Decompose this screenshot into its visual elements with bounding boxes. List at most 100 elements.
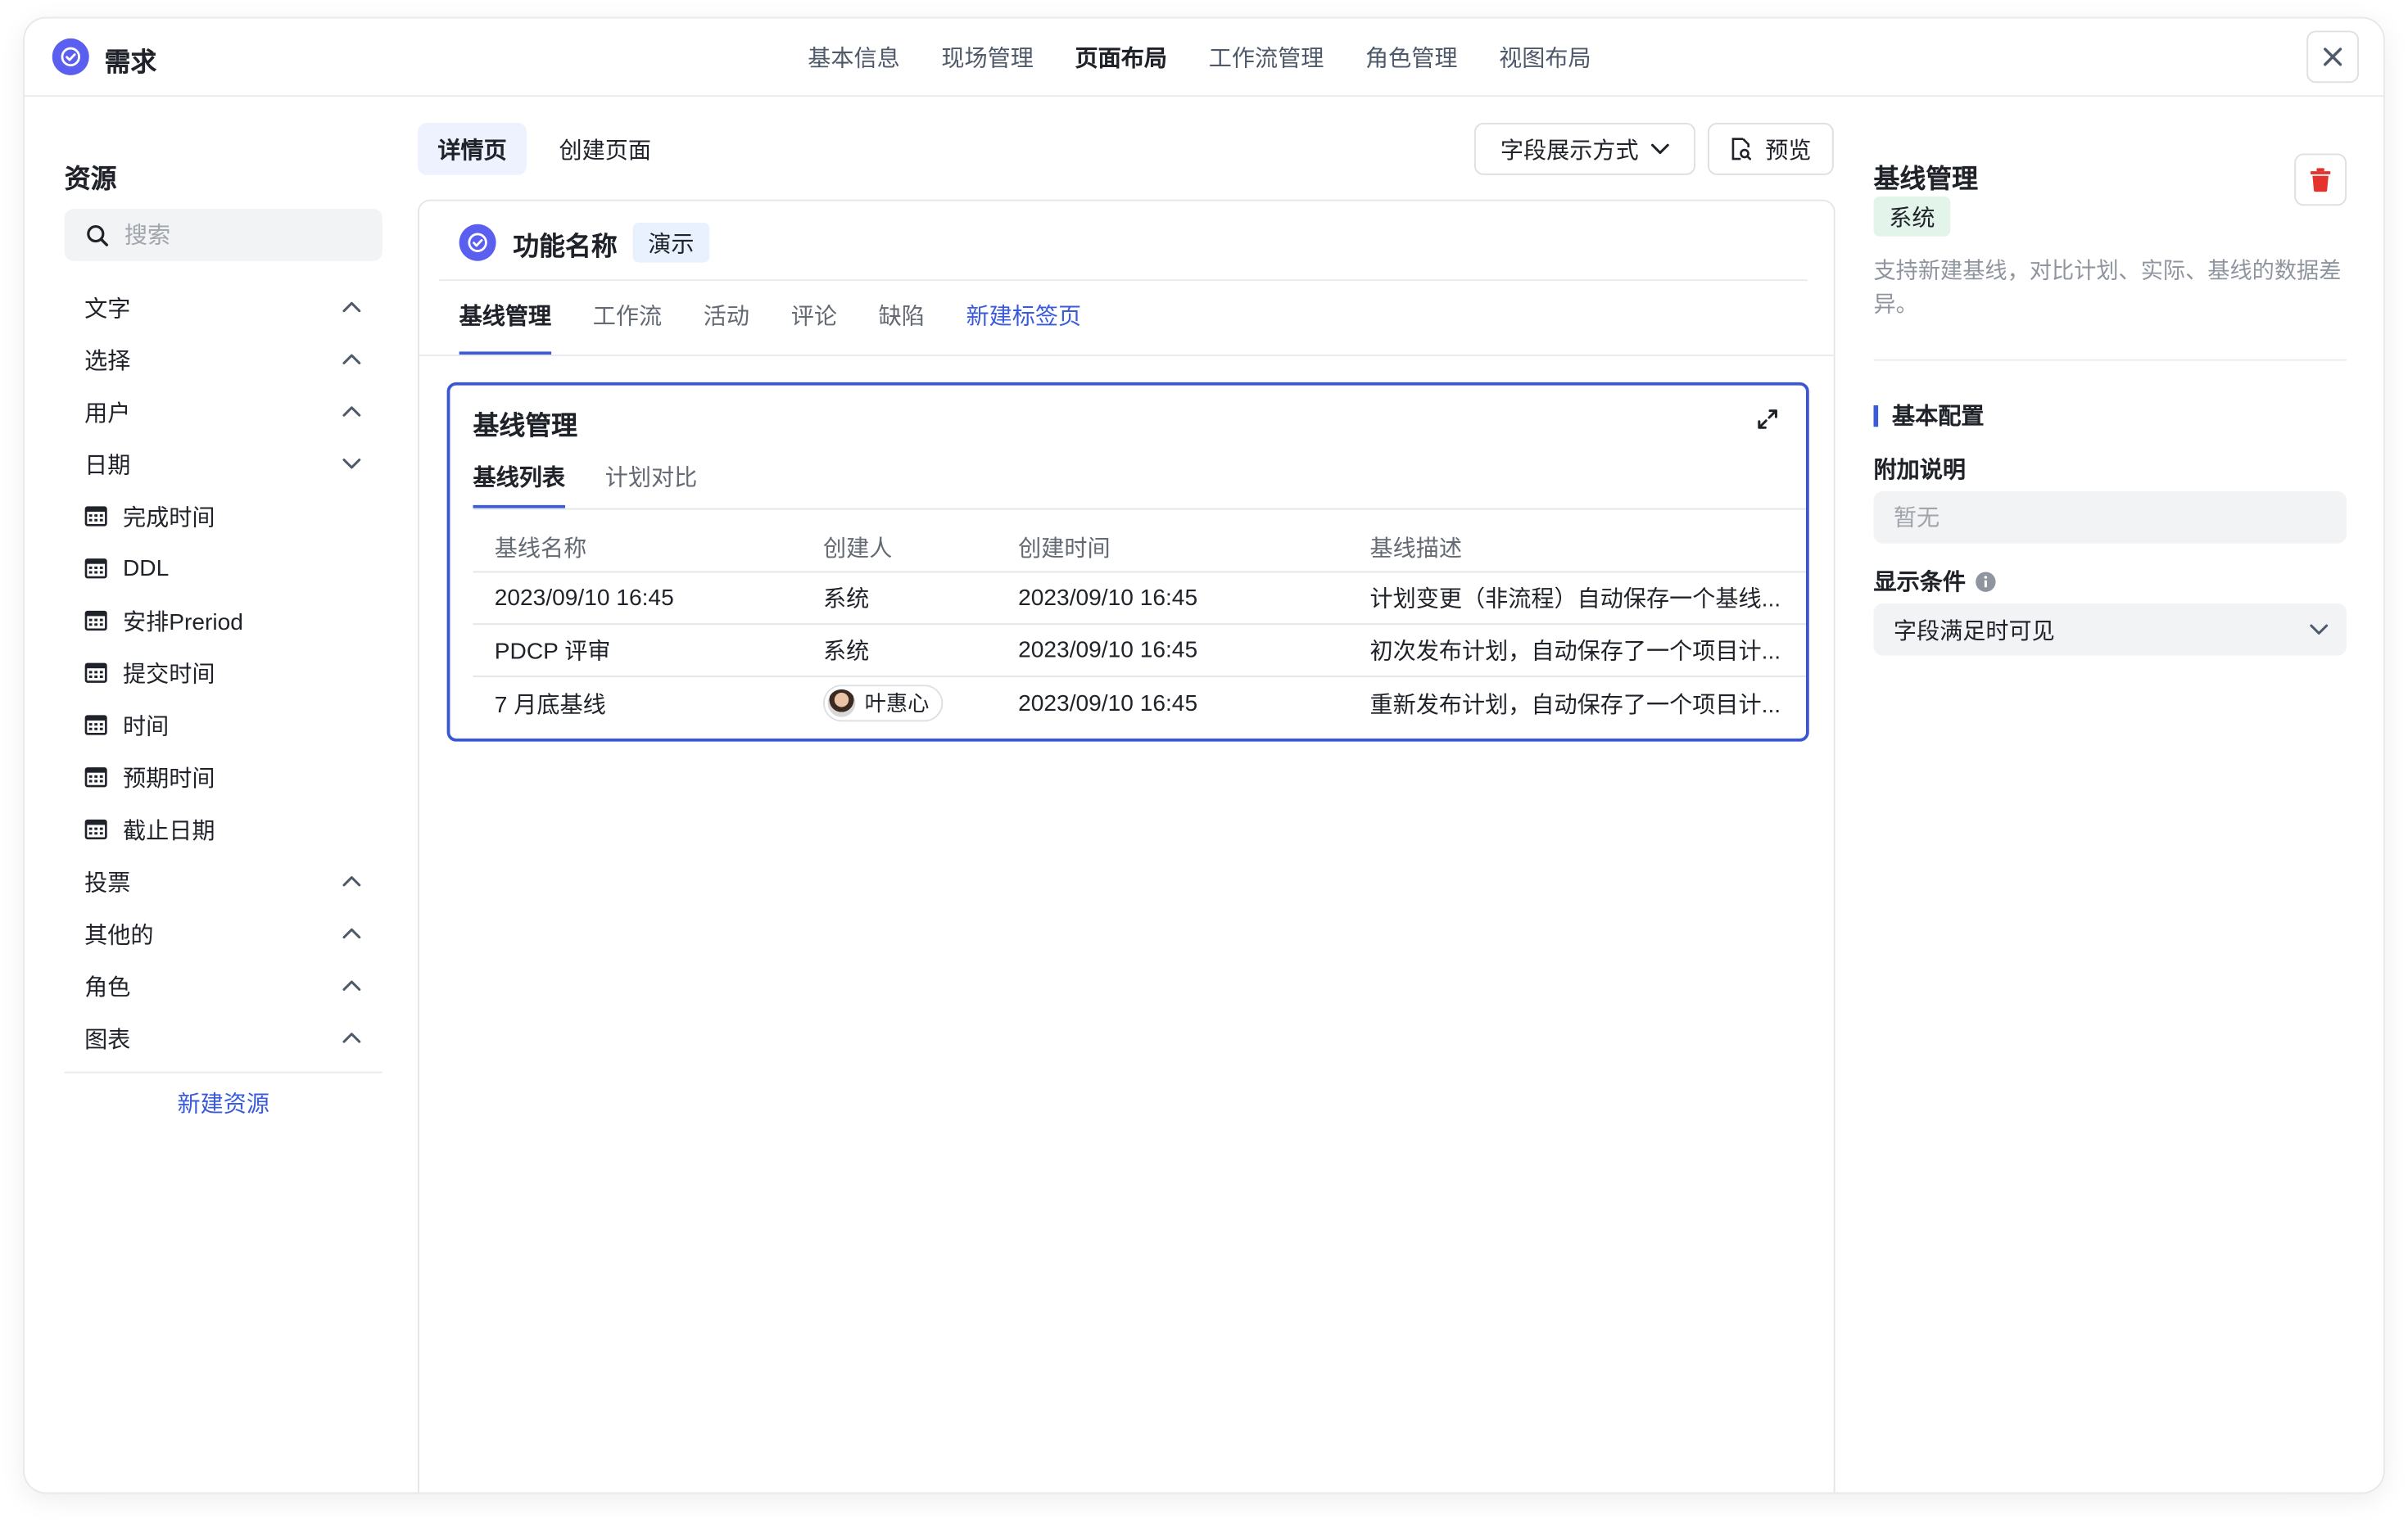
new-tab-button[interactable]: 新建标签页 [966,281,1082,355]
baseline-created-time: 2023/09/10 16:45 [1018,637,1198,663]
resource-list: 文字 选择 用户 日期 完成时间 DDL 安排Preriod 提交时间 时间 预… [65,281,382,1064]
modal-window: 需求 基本信息 现场管理 页面布局 工作流管理 角色管理 视图布局 资源 搜索 … [25,18,2383,1493]
trash-icon [2310,168,2331,192]
table-row[interactable]: 2023/09/10 16:45 系统 2023/09/10 16:45 计划变… [473,572,1806,626]
expand-icon[interactable] [1755,407,1780,432]
app-title: 需求 [104,47,157,77]
tab-workflow[interactable]: 工作流 [593,281,662,355]
resource-item-date-field[interactable]: 截止日期 [65,803,382,856]
panel-divider [1873,359,2347,361]
resource-group-select[interactable]: 选择 [65,333,382,386]
chevron-up-icon [342,1033,361,1043]
tab-activity[interactable]: 活动 [704,281,749,355]
condition-value: 字段满足时可见 [1893,617,2055,644]
calendar-icon [84,767,107,788]
table-row[interactable]: PDCP 评审 系统 2023/09/10 16:45 初次发布计划，自动保存了… [473,625,1806,677]
resource-item-label: 安排Preriod [123,608,243,635]
resource-group-chart[interactable]: 图表 [65,1012,382,1064]
calendar-icon [84,558,107,579]
avatar [827,688,856,716]
preview-button[interactable]: 预览 [1708,123,1834,175]
note-input[interactable] [1893,504,2324,531]
tab-plan-compare[interactable]: 计划对比 [605,456,698,508]
chevron-up-icon [342,928,361,939]
condition-select[interactable]: 字段满足时可见 [1873,603,2347,656]
section-accent-bar [1873,404,1879,427]
tab-baseline-management[interactable]: 基线管理 [459,281,552,355]
baseline-created-time: 2023/09/10 16:45 [1018,689,1198,716]
nav-page-layout[interactable]: 页面布局 [1075,42,1168,74]
resource-group-other[interactable]: 其他的 [65,907,382,960]
resource-group-date[interactable]: 日期 [65,437,382,490]
chevron-up-icon [342,980,361,991]
detail-tabs: 基线管理 工作流 活动 评论 缺陷 新建标签页 [459,281,1123,355]
condition-label-row: 显示条件 [1874,565,1997,597]
resource-group-label: 文字 [84,295,131,322]
resource-item-label: 提交时间 [123,661,215,688]
table-row[interactable]: 7 月底基线 叶惠心 2023/09/10 16:45 重新发布计划，自动保存了… [473,677,1807,730]
section-title: 基本配置 [1892,404,1985,430]
resource-item-label: 截止日期 [123,817,215,844]
feature-tag: 演示 [632,222,710,263]
resource-item-label: 完成时间 [123,504,215,531]
baseline-creator: 系统 [823,639,870,665]
tab-comments[interactable]: 评论 [791,281,837,355]
resource-item-date-field[interactable]: 完成时间 [65,490,382,542]
close-icon [2324,47,2342,66]
feature-header: 功能名称 演示 [459,222,710,263]
resource-item-date-field[interactable]: 提交时间 [65,646,382,698]
resource-item-date-field[interactable]: 预期时间 [65,751,382,803]
resource-group-label: 图表 [84,1026,131,1053]
info-icon[interactable] [1975,571,1996,592]
tab-create-page[interactable]: 创建页面 [539,123,671,175]
baseline-component[interactable]: 基线管理 基线列表 计划对比 基线名称 创建人 创建时间 基线描述 2023/0… [446,382,1809,742]
resource-group-user[interactable]: 用户 [65,386,382,438]
resource-group-label: 选择 [84,347,131,374]
sidebar-divider [64,1071,382,1073]
calendar-icon [84,819,107,840]
nav-role-management[interactable]: 角色管理 [1365,42,1458,74]
component-title: 基线管理 [1873,164,1979,194]
user-chip[interactable]: 叶惠心 [823,684,944,721]
condition-label: 显示条件 [1873,569,1967,596]
feature-name: 功能名称 [513,231,618,260]
tab-defects[interactable]: 缺陷 [879,281,925,355]
chevron-down-icon [2310,624,2329,635]
resource-group-label: 用户 [84,400,131,427]
close-button[interactable] [2306,30,2359,84]
field-display-mode-dropdown[interactable]: 字段展示方式 [1474,123,1695,175]
resource-item-date-field[interactable]: 安排Preriod [65,594,382,647]
search-box [64,209,382,261]
resource-item-date-field[interactable]: DDL [65,542,382,594]
tab-detail-page[interactable]: 详情页 [418,123,527,175]
resource-item-date-field[interactable]: 时间 [65,698,382,751]
baseline-description: 初次发布计划，自动保存了一个项目计... [1369,639,1781,665]
resource-item-label: DDL [123,554,170,581]
baseline-description: 计划变更（非流程）自动保存一个基线... [1369,586,1781,613]
baseline-creator: 叶惠心 [802,684,997,722]
nav-field-management[interactable]: 现场管理 [941,42,1034,74]
resource-group-role[interactable]: 角色 [65,960,382,1012]
resource-group-text[interactable]: 文字 [65,281,382,333]
nav-view-layout[interactable]: 视图布局 [1499,42,1591,74]
chevron-up-icon [342,406,361,417]
baseline-tabs: 基线列表 计划对比 [473,456,738,508]
app-logo-icon [52,38,89,75]
nav-basic-info[interactable]: 基本信息 [808,42,900,74]
tab-baseline-list[interactable]: 基线列表 [473,456,566,508]
new-resource-link[interactable]: 新建资源 [65,1087,382,1119]
baseline-description: 重新发布计划，自动保存了一个项目计... [1369,691,1781,718]
chevron-up-icon [342,354,361,364]
nav-workflow-management[interactable]: 工作流管理 [1209,42,1324,74]
note-field [1873,491,2347,544]
baseline-name: PDCP 评审 [494,639,611,665]
search-icon [87,224,108,246]
component-description: 支持新建基线，对比计划、实际、基线的数据差异。 [1873,259,2342,319]
column-header: 基线名称 [494,536,587,563]
top-nav: 基本信息 现场管理 页面布局 工作流管理 角色管理 视图布局 [808,19,1632,97]
baseline-created-time: 2023/09/10 16:45 [1018,585,1198,612]
search-input[interactable] [124,221,355,248]
resource-item-label: 时间 [123,712,170,739]
resource-group-vote[interactable]: 投票 [65,855,382,907]
delete-button[interactable] [2294,153,2347,206]
